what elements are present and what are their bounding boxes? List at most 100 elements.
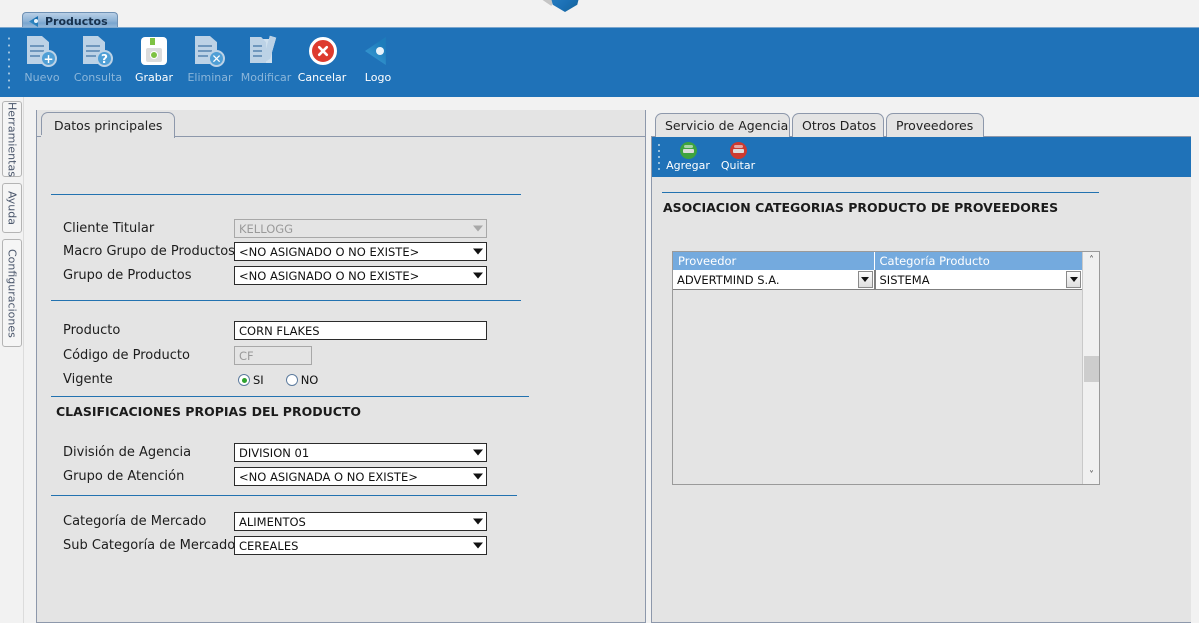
vigente-radio-no[interactable]: NO [286,373,319,387]
toolbar-button-consulta[interactable]: ? Consulta [70,32,126,94]
field-label-codigo-producto: Código de Producto [63,346,190,365]
chevron-down-icon [471,245,484,258]
radio-label: SI [253,373,264,387]
toolbar-button-label: Consulta [74,72,122,84]
chevron-down-icon[interactable] [858,271,873,288]
group-rule-2 [51,300,521,301]
logo-triangle-icon [360,34,396,70]
toolbar-button-label: Logo [365,72,391,84]
sub-categoria-mercado-combobox[interactable]: CEREALES [234,536,487,555]
chevron-down-icon [471,446,484,459]
tab-label: Servicio de Agencia [665,118,788,133]
tab-proveedores[interactable]: Proveedores [886,113,984,137]
field-label-categoria-mercado: Categoría de Mercado [63,512,206,531]
scroll-down-icon[interactable]: ˅ [1083,467,1100,484]
chevron-down-icon[interactable] [1066,271,1081,288]
division-agencia-value: DIVISION 01 [239,446,309,460]
cancel-circle-x-icon [304,34,340,70]
vigente-radio-group: SI NO [238,373,318,387]
grid-cell-categoria-producto[interactable]: SISTEMA [875,270,1083,290]
toolbar-button-nuevo[interactable]: + Nuevo [14,32,70,94]
field-label-grupo-productos: Grupo de Productos [63,266,191,285]
quitar-label: Quitar [721,160,755,172]
toolbar-button-eliminar[interactable]: ✕ Eliminar [182,32,238,94]
producto-value: CORN FLAKES [239,324,320,338]
grid-header-row: Proveedor Categoría Producto [673,252,1082,270]
tab-active-mask [41,135,173,138]
field-label-macro-grupo: Macro Grupo de Productos [63,242,235,261]
scroll-up-icon[interactable]: ˄ [1083,252,1100,269]
sidebar-item-label: Configuraciones [6,249,19,338]
save-floppy-icon [136,34,172,70]
sidebar-item-configuraciones[interactable]: Configuraciones [2,239,22,347]
chevron-down-icon [471,470,484,483]
group-rule-1 [51,194,521,195]
field-label-sub-categoria-mercado: Sub Categoría de Mercado [63,536,235,555]
grid-cell-proveedor[interactable]: ADVERTMIND S.A. [673,270,875,290]
main-toolbar: + Nuevo ? Consulta Grabar [0,27,1199,97]
tab-otros-datos[interactable]: Otros Datos [792,113,884,137]
producto-input[interactable]: CORN FLAKES [234,321,487,340]
section-heading-clasificaciones: CLASIFICACIONES PROPIAS DEL PRODUCTO [56,404,361,419]
division-agencia-combobox[interactable]: DIVISION 01 [234,443,487,462]
categoria-mercado-value: ALIMENTOS [239,515,306,529]
agregar-button[interactable]: Agregar [663,139,713,175]
grid-cell-value: ADVERTMIND S.A. [677,273,780,287]
right-panel-toolbar: Agregar Quitar [652,137,1199,177]
field-label-grupo-atencion: Grupo de Atención [63,467,184,486]
add-circle-icon [680,142,697,159]
toolbar-button-label: Grabar [135,72,173,84]
grid-column-header-categoria-producto[interactable]: Categoría Producto [875,252,1082,270]
toolbar-drag-grip[interactable] [4,33,14,91]
tab-servicio-de-agencia[interactable]: Servicio de Agencia [655,113,790,137]
grid-cell-value: SISTEMA [880,273,930,287]
edit-pencil-icon [248,34,284,70]
app-logo-top-icon [548,0,582,12]
right-edge-filler [1191,136,1199,623]
vigente-radio-si[interactable]: SI [238,373,264,387]
scrollbar-thumb[interactable] [1084,356,1099,382]
grid-empty-area [673,290,1082,484]
grupo-productos-combobox[interactable]: <NO ASIGNADO O NO EXISTE> [234,266,487,285]
grupo-atencion-combobox[interactable]: <NO ASIGNADA O NO EXISTE> [234,467,487,486]
sidebar-item-label: Herramientas [6,102,19,177]
field-label-cliente-titular: Cliente Titular [63,219,154,238]
field-label-vigente: Vigente [63,370,113,389]
toolbar-button-modificar[interactable]: Modificar [238,32,294,94]
toolbar-button-grabar[interactable]: Grabar [126,32,182,94]
grid-vertical-scrollbar[interactable]: ˄ ˅ [1082,252,1099,484]
toolbar-button-label: Eliminar [187,72,232,84]
application-window: Productos + Nuevo ? Consulta [0,0,1199,623]
radio-selected-icon [238,374,250,386]
sidebar-item-herramientas[interactable]: Herramientas [2,101,22,177]
grid-column-header-proveedor[interactable]: Proveedor [673,252,875,270]
toolbar-button-cancelar[interactable]: Cancelar [294,32,350,94]
macro-grupo-combobox[interactable]: <NO ASIGNADO O NO EXISTE> [234,242,487,261]
sidebar-item-ayuda[interactable]: Ayuda [2,183,22,233]
right-toolbar-drag-grip[interactable] [655,141,663,173]
codigo-producto-value: CF [239,349,254,363]
chevron-down-icon [471,269,484,282]
table-row[interactable]: ADVERTMIND S.A. SISTEMA [673,270,1082,290]
window-tabstrip: Productos [0,12,1199,27]
delete-document-icon: ✕ [192,34,228,70]
codigo-producto-input[interactable]: CF [234,346,312,365]
categoria-mercado-combobox[interactable]: ALIMENTOS [234,512,487,531]
grid-body: Proveedor Categoría Producto ADVERTMIND … [673,252,1082,484]
macro-grupo-value: <NO ASIGNADO O NO EXISTE> [239,245,419,259]
chevron-down-icon [471,222,484,235]
radio-label: NO [301,373,319,387]
toolbar-button-label: Cancelar [298,72,347,84]
sidebar-item-label: Ayuda [6,191,19,225]
toolbar-button-label: Modificar [241,72,292,84]
vertical-tab-rail: Herramientas Ayuda Configuraciones [0,97,24,623]
chevron-down-icon [471,515,484,528]
grupo-productos-value: <NO ASIGNADO O NO EXISTE> [239,269,419,283]
cliente-titular-combobox[interactable]: KELLOGG [234,219,487,238]
tab-label: Proveedores [896,118,973,133]
right-section-title: ASOCIACION CATEGORIAS PRODUCTO DE PROVEE… [663,200,1058,215]
chevron-down-icon [471,539,484,552]
proveedores-grid: Proveedor Categoría Producto ADVERTMIND … [672,251,1100,485]
toolbar-button-logo[interactable]: Logo [350,32,406,94]
quitar-button[interactable]: Quitar [713,139,763,175]
